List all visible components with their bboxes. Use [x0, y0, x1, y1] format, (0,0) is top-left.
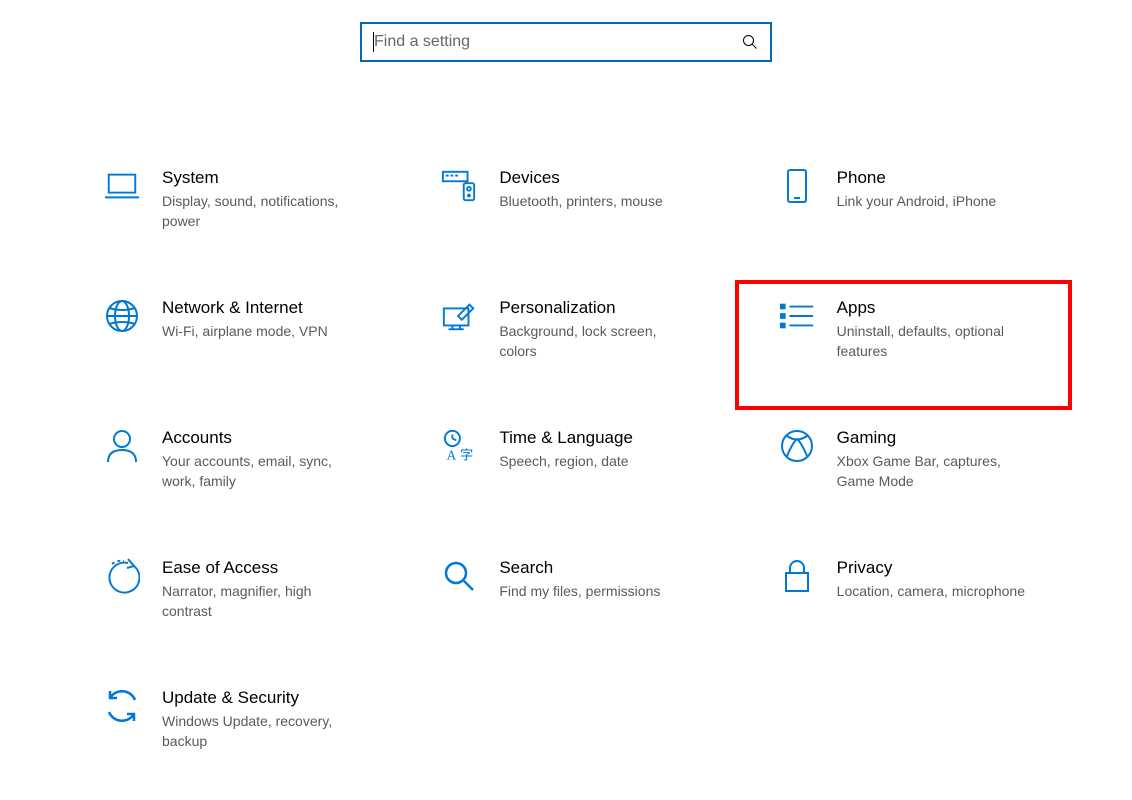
tile-title: Network & Internet: [162, 298, 357, 318]
tile-ease-of-access[interactable]: Ease of Access Narrator, magnifier, high…: [60, 540, 397, 670]
tile-desc: Speech, region, date: [499, 452, 694, 472]
tile-desc: Uninstall, defaults, optional features: [837, 322, 1032, 361]
search-box[interactable]: [360, 22, 772, 62]
tile-apps[interactable]: Apps Uninstall, defaults, optional featu…: [735, 280, 1072, 410]
tile-accounts[interactable]: Accounts Your accounts, email, sync, wor…: [60, 410, 397, 540]
globe-icon: [104, 298, 140, 334]
devices-icon: [441, 168, 477, 204]
tile-desc: Narrator, magnifier, high contrast: [162, 582, 357, 621]
svg-text:A: A: [447, 447, 457, 462]
tile-desc: Wi-Fi, airplane mode, VPN: [162, 322, 357, 342]
tile-time-language[interactable]: A 字 Time & Language Speech, region, date: [397, 410, 734, 540]
tile-devices[interactable]: Devices Bluetooth, printers, mouse: [397, 150, 734, 280]
tile-system[interactable]: System Display, sound, notifications, po…: [60, 150, 397, 280]
magnifier-icon: [441, 558, 477, 594]
tile-desc: Display, sound, notifications, power: [162, 192, 357, 231]
laptop-icon: [104, 168, 140, 204]
ease-of-access-icon: [104, 558, 140, 594]
tile-desc: Link your Android, iPhone: [837, 192, 1032, 212]
tile-desc: Background, lock screen, colors: [499, 322, 694, 361]
tile-desc: Location, camera, microphone: [837, 582, 1032, 602]
search-row: [0, 22, 1132, 62]
tile-title: Personalization: [499, 298, 694, 318]
tile-gaming[interactable]: Gaming Xbox Game Bar, captures, Game Mod…: [735, 410, 1072, 540]
tile-desc: Find my files, permissions: [499, 582, 694, 602]
tile-phone[interactable]: Phone Link your Android, iPhone: [735, 150, 1072, 280]
tile-title: Ease of Access: [162, 558, 357, 578]
tile-title: Update & Security: [162, 688, 357, 708]
tile-search[interactable]: Search Find my files, permissions: [397, 540, 734, 670]
phone-icon: [779, 168, 815, 204]
tile-title: Privacy: [837, 558, 1032, 578]
tile-desc: Windows Update, recovery, backup: [162, 712, 357, 751]
tile-network[interactable]: Network & Internet Wi-Fi, airplane mode,…: [60, 280, 397, 410]
tile-update-security[interactable]: Update & Security Windows Update, recove…: [60, 670, 397, 800]
settings-grid: System Display, sound, notifications, po…: [0, 150, 1132, 800]
xbox-icon: [779, 428, 815, 464]
svg-text:字: 字: [460, 447, 473, 462]
personalization-icon: [441, 298, 477, 334]
tile-personalization[interactable]: Personalization Background, lock screen,…: [397, 280, 734, 410]
search-icon[interactable]: [742, 34, 758, 50]
tile-title: System: [162, 168, 357, 188]
search-input[interactable]: [374, 33, 742, 51]
tile-title: Phone: [837, 168, 1032, 188]
text-caret: [373, 32, 374, 52]
tile-desc: Xbox Game Bar, captures, Game Mode: [837, 452, 1032, 491]
person-icon: [104, 428, 140, 464]
tile-title: Accounts: [162, 428, 357, 448]
time-language-icon: A 字: [441, 428, 477, 464]
tile-title: Apps: [837, 298, 1032, 318]
tile-title: Search: [499, 558, 694, 578]
tile-desc: Bluetooth, printers, mouse: [499, 192, 694, 212]
tile-title: Devices: [499, 168, 694, 188]
apps-list-icon: [779, 298, 815, 334]
tile-title: Gaming: [837, 428, 1032, 448]
tile-desc: Your accounts, email, sync, work, family: [162, 452, 357, 491]
tile-privacy[interactable]: Privacy Location, camera, microphone: [735, 540, 1072, 670]
tile-title: Time & Language: [499, 428, 694, 448]
sync-icon: [104, 688, 140, 724]
lock-icon: [779, 558, 815, 594]
